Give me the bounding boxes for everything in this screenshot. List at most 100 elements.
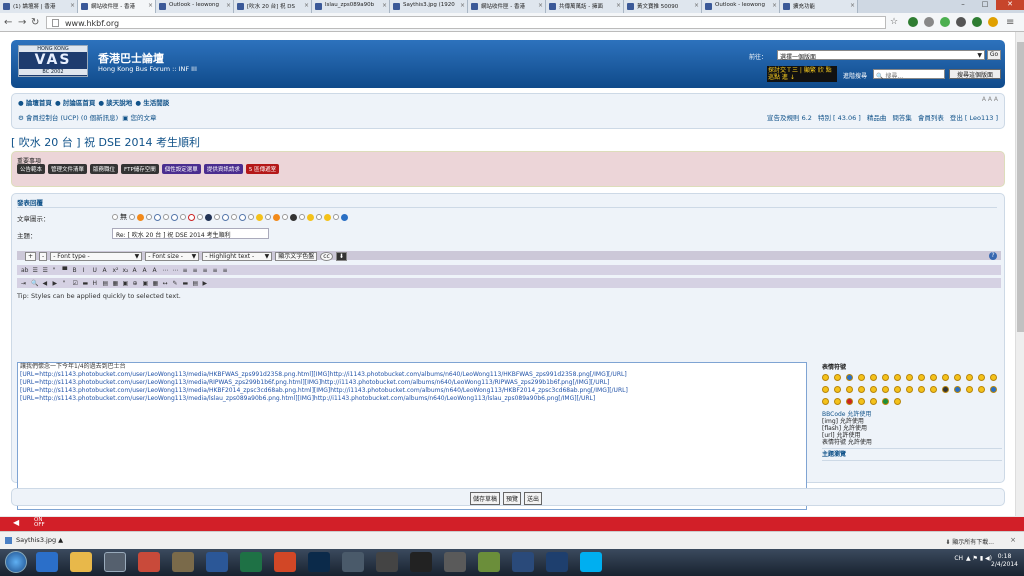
nav-link[interactable]: 精品曲 bbox=[867, 112, 887, 122]
minecraft-icon[interactable] bbox=[478, 552, 500, 572]
close-tab-icon[interactable]: × bbox=[772, 2, 777, 9]
search-forum-button[interactable]: 搜尋這個版面 bbox=[949, 69, 1001, 79]
format-button[interactable]: ≡ bbox=[203, 267, 209, 274]
font-size-toggle[interactable]: A A A bbox=[982, 96, 998, 103]
cc-icon[interactable]: cc bbox=[320, 251, 333, 261]
format-button[interactable]: ▦ bbox=[152, 280, 158, 287]
photo-app-icon[interactable] bbox=[172, 552, 194, 572]
browser-tab[interactable]: 黃文寶推 50090 × bbox=[624, 0, 702, 13]
app-icon[interactable] bbox=[512, 552, 534, 572]
smiley-icon[interactable] bbox=[894, 374, 901, 381]
clock[interactable]: 0:18 2/4/2014 bbox=[991, 553, 1018, 569]
download-item[interactable]: Saythis3.jpg ▲ bbox=[5, 536, 63, 544]
close-tab-icon[interactable]: × bbox=[850, 2, 855, 9]
post-icon-radio[interactable] bbox=[333, 214, 339, 220]
format-button[interactable]: ▤ bbox=[192, 280, 198, 287]
show-all-downloads-link[interactable]: ⬇ 顯示所有下載... bbox=[945, 537, 994, 546]
format-button[interactable]: ▣ bbox=[122, 280, 128, 287]
close-tab-icon[interactable]: × bbox=[538, 2, 543, 9]
format-button[interactable]: 🔍 bbox=[31, 280, 38, 287]
file-explorer-icon[interactable] bbox=[70, 552, 92, 572]
extension-icon[interactable] bbox=[972, 17, 982, 27]
format-button[interactable]: ≡ bbox=[223, 267, 229, 274]
close-tab-icon[interactable]: × bbox=[226, 2, 231, 9]
post-icon-radio[interactable] bbox=[180, 214, 186, 220]
format-button[interactable]: I bbox=[83, 267, 89, 274]
ucp-link[interactable]: 會員控制台 (UCP) (0 個新訊息) bbox=[26, 114, 118, 122]
reload-icon[interactable]: ↻ bbox=[31, 17, 39, 28]
smiley-icon[interactable] bbox=[942, 374, 949, 381]
format-button[interactable]: ≡ bbox=[183, 267, 189, 274]
bbcode-status[interactable]: BBCode 允許使用 bbox=[822, 411, 1002, 418]
smiley-icon[interactable] bbox=[822, 398, 829, 405]
format-button[interactable]: ▶ bbox=[52, 280, 58, 287]
notice-button[interactable]: 版務職位 bbox=[90, 164, 119, 174]
browser-tab[interactable]: Outlook - leowong × bbox=[156, 0, 234, 13]
smiley-icon[interactable] bbox=[834, 398, 841, 405]
smiley-icon[interactable] bbox=[882, 386, 889, 393]
smiley-icon[interactable] bbox=[978, 374, 985, 381]
notice-button[interactable]: 個性設定選單 bbox=[161, 164, 201, 174]
smiley-icon[interactable] bbox=[918, 386, 925, 393]
smiley-icon[interactable] bbox=[882, 398, 889, 405]
decrease-size-button[interactable]: - bbox=[39, 251, 48, 261]
browser-tab[interactable]: lslau_zps089a90b × bbox=[312, 0, 390, 13]
smiley-icon[interactable] bbox=[846, 386, 853, 393]
close-tab-icon[interactable]: × bbox=[694, 2, 699, 9]
tray-icons[interactable]: ▲ ⚑ ▮ ◀) bbox=[966, 555, 992, 562]
powerpoint-icon[interactable] bbox=[274, 552, 296, 572]
app-icon[interactable] bbox=[342, 552, 364, 572]
smiley-icon[interactable] bbox=[858, 386, 865, 393]
close-tab-icon[interactable]: × bbox=[148, 2, 153, 9]
bookmark-star-icon[interactable]: ☆ bbox=[890, 17, 898, 27]
subject-input[interactable]: Re: [ 吹水 20 台 ] 祝 DSE 2014 考生順利 bbox=[112, 228, 269, 239]
close-tab-icon[interactable]: × bbox=[616, 2, 621, 9]
smiley-icon[interactable] bbox=[918, 374, 925, 381]
app-icon[interactable] bbox=[546, 552, 568, 572]
go-button[interactable]: Go bbox=[987, 50, 1001, 60]
topic-review-link[interactable]: 主題瀏覽 bbox=[822, 451, 1002, 458]
smiley-icon[interactable] bbox=[834, 374, 841, 381]
language-indicator[interactable]: CH bbox=[954, 555, 963, 562]
preview-button[interactable]: 預覽 bbox=[503, 492, 522, 505]
extension-icon[interactable] bbox=[940, 17, 950, 27]
browser-tab[interactable]: Outlook - leowong × bbox=[702, 0, 780, 13]
browser-tab[interactable]: 擴充功能 × bbox=[780, 0, 858, 13]
notice-button[interactable]: 管理文件清單 bbox=[48, 164, 88, 174]
smiley-icon[interactable] bbox=[834, 386, 841, 393]
breadcrumb-item[interactable]: ● 生活閒談 bbox=[135, 99, 169, 107]
format-button[interactable]: A bbox=[143, 267, 149, 274]
start-button[interactable] bbox=[5, 551, 27, 573]
close-tab-icon[interactable]: × bbox=[382, 2, 387, 9]
format-button[interactable]: ✎ bbox=[172, 280, 178, 287]
post-icon-radio[interactable] bbox=[265, 214, 271, 220]
post-icon-radio[interactable] bbox=[231, 214, 237, 220]
post-icon-radio[interactable] bbox=[163, 214, 169, 220]
smiley-icon[interactable] bbox=[882, 374, 889, 381]
format-button[interactable]: " bbox=[62, 280, 68, 287]
smiley-icon[interactable] bbox=[978, 386, 985, 393]
smiley-icon[interactable] bbox=[846, 374, 853, 381]
advanced-search-link[interactable]: 進階搜尋 bbox=[843, 71, 867, 80]
breadcrumb-item[interactable]: ● 討論區首頁 bbox=[55, 99, 95, 107]
close-tab-icon[interactable]: × bbox=[304, 2, 309, 9]
smiley-icon[interactable] bbox=[906, 374, 913, 381]
notice-button[interactable]: FTP儲存空間 bbox=[121, 164, 159, 174]
media-player-icon[interactable] bbox=[410, 552, 432, 572]
format-button[interactable]: ≡ bbox=[213, 267, 219, 274]
format-button[interactable]: H bbox=[92, 280, 98, 287]
smiley-icon[interactable] bbox=[930, 386, 937, 393]
close-window-button[interactable]: ✕ bbox=[996, 0, 1024, 10]
browser-tab[interactable]: 網站收件匣 - 香港 × bbox=[78, 0, 156, 13]
notice-button[interactable]: 5 區傳遞室 bbox=[245, 164, 280, 174]
post-icon-radio[interactable] bbox=[129, 214, 135, 220]
format-button[interactable]: ☰ bbox=[33, 267, 39, 274]
smiley-icon[interactable] bbox=[822, 386, 829, 393]
back-arrow-icon[interactable]: ← bbox=[4, 17, 12, 28]
scrollbar-thumb[interactable] bbox=[1017, 42, 1024, 332]
minimize-button[interactable]: – bbox=[952, 0, 974, 10]
format-button[interactable]: B bbox=[73, 267, 79, 274]
smiley-icon[interactable] bbox=[906, 386, 913, 393]
submit-button[interactable]: 送出 bbox=[524, 492, 543, 505]
font-size-select[interactable]: - Font size - ▼ bbox=[145, 251, 200, 261]
